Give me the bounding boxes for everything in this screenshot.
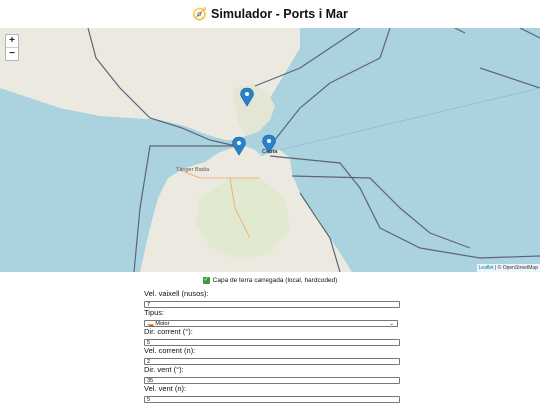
status-message: ✓ Capa de terra carregada (local, hardco… bbox=[0, 275, 540, 285]
route-line bbox=[279, 87, 540, 151]
page-title: 🧭 Simulador - Ports i Mar bbox=[0, 0, 540, 28]
tipus-label: Tipus: bbox=[144, 308, 165, 317]
map-attribution: Leaflet | © OpenStreetMap bbox=[476, 264, 540, 272]
map-label-tangier-bay: Tànger Badia bbox=[176, 167, 210, 173]
page-title-text: Simulador - Ports i Mar bbox=[211, 7, 348, 21]
map-label-ceuta: Ceuta bbox=[262, 149, 278, 155]
vel-corrent-label: Vel. corrent (n): bbox=[144, 346, 196, 355]
vel-vaixell-input[interactable]: 7 bbox=[144, 301, 400, 308]
dir-vent-input[interactable]: 35 bbox=[144, 377, 400, 384]
osm-attribution: | © OpenStreetMap bbox=[493, 265, 538, 271]
vel-corrent-input[interactable]: 2 bbox=[144, 358, 400, 365]
vel-vent-label: Vel. vent (n): bbox=[144, 384, 187, 393]
dir-vent-label: Dir. vent (°): bbox=[144, 365, 184, 374]
chevron-down-icon: ⌄ bbox=[389, 320, 394, 327]
simulation-form: Vel. vaixell (nusos): 7 Tipus: 🚤 Motor ⌄… bbox=[144, 290, 400, 404]
compass-icon: 🧭 bbox=[192, 7, 208, 21]
boat-icon: 🚤 bbox=[147, 320, 154, 327]
check-icon: ✓ bbox=[202, 276, 210, 284]
tipus-select[interactable]: 🚤 Motor ⌄ bbox=[144, 320, 398, 327]
zoom-out-button[interactable]: − bbox=[6, 48, 18, 60]
vel-vent-input[interactable]: 5 bbox=[144, 396, 400, 403]
vel-vaixell-label: Vel. vaixell (nusos): bbox=[144, 289, 209, 298]
zoom-in-button[interactable]: + bbox=[6, 35, 18, 48]
dir-corrent-input[interactable]: 5 bbox=[144, 339, 400, 346]
status-text: Capa de terra carregada (local, hardcode… bbox=[212, 276, 338, 284]
tipus-value: Motor bbox=[155, 320, 170, 327]
zoom-control: + − bbox=[5, 34, 19, 61]
dir-corrent-label: Dir. corrent (°): bbox=[144, 327, 193, 336]
map-view[interactable]: Ceuta Tànger Badia + − Leaflet | © OpenS… bbox=[0, 28, 540, 272]
leaflet-link[interactable]: Leaflet bbox=[479, 265, 494, 271]
